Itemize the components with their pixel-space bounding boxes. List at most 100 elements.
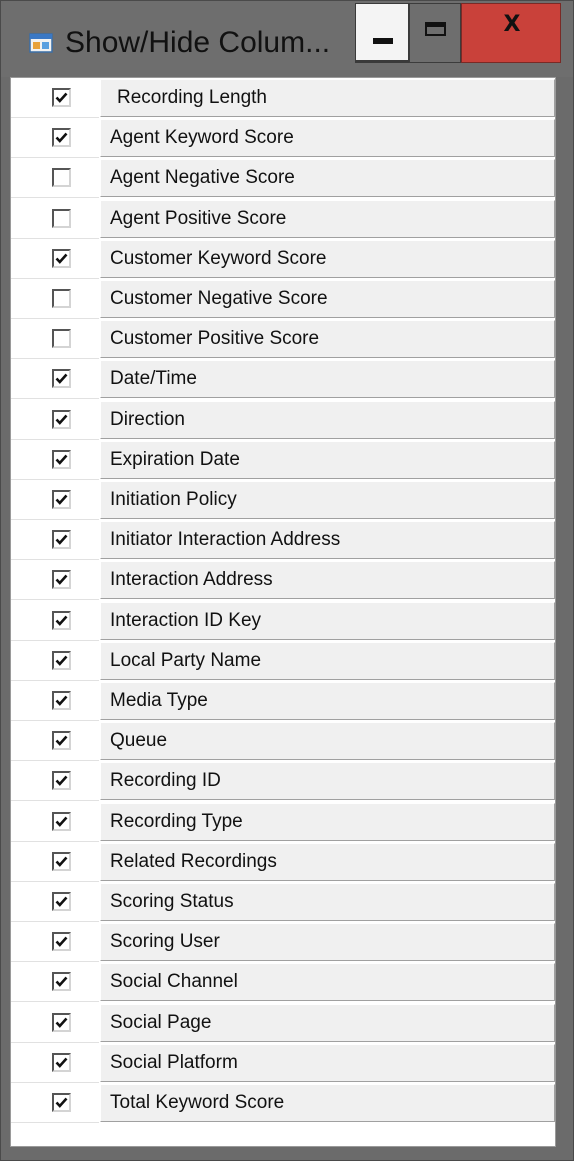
maximize-icon (425, 22, 446, 36)
column-visible-checkbox[interactable] (52, 570, 71, 590)
column-row[interactable]: Agent Positive Score (11, 199, 555, 239)
checkbox-cell[interactable] (11, 560, 99, 601)
column-visible-checkbox[interactable] (52, 1012, 71, 1032)
checkbox-cell[interactable] (11, 802, 99, 842)
checkmark-icon (55, 776, 68, 787)
column-visible-checkbox[interactable] (52, 650, 71, 670)
column-row[interactable]: Social Platform (11, 1043, 555, 1083)
column-row[interactable]: Initiator Interaction Address (11, 520, 555, 561)
column-visible-checkbox[interactable] (52, 369, 71, 389)
checkbox-cell[interactable] (11, 440, 99, 480)
checkbox-cell[interactable] (11, 761, 99, 802)
minimize-icon (373, 38, 393, 44)
column-row[interactable]: Recording Type (11, 802, 555, 842)
checkbox-cell[interactable] (11, 681, 99, 721)
checkmark-icon (55, 534, 68, 546)
column-row[interactable]: Customer Negative Score (11, 279, 555, 319)
checkbox-cell[interactable] (11, 1043, 99, 1083)
checkbox-cell[interactable] (11, 118, 99, 159)
checkmark-icon (55, 414, 68, 425)
column-row[interactable]: Total Keyword Score (11, 1083, 555, 1123)
checkbox-cell[interactable] (11, 400, 99, 440)
column-row[interactable]: Queue (11, 721, 555, 762)
checkbox-cell[interactable] (11, 78, 99, 118)
checkbox-cell[interactable] (11, 319, 99, 360)
checkbox-cell[interactable] (11, 1003, 99, 1043)
column-visible-checkbox[interactable] (52, 691, 71, 710)
checkbox-cell[interactable] (11, 279, 99, 319)
column-visible-checkbox[interactable] (52, 88, 71, 107)
checkbox-cell[interactable] (11, 199, 99, 239)
column-row[interactable]: Customer Positive Score (11, 319, 555, 360)
column-visible-checkbox[interactable] (52, 771, 71, 791)
column-visible-checkbox[interactable] (52, 731, 71, 751)
column-name-label: Agent Keyword Score (100, 119, 555, 158)
maximize-button[interactable] (409, 3, 461, 63)
column-row[interactable]: Recording Length (11, 78, 555, 118)
column-visible-checkbox[interactable] (52, 248, 71, 268)
checkbox-cell[interactable] (11, 239, 99, 279)
checkmark-icon (55, 92, 68, 103)
checkmark-icon (55, 454, 68, 465)
checkbox-cell[interactable] (11, 842, 99, 882)
checkbox-cell[interactable] (11, 520, 99, 561)
column-row[interactable]: Direction (11, 400, 555, 440)
checkbox-cell[interactable] (11, 359, 99, 400)
column-row[interactable]: Scoring Status (11, 882, 555, 922)
column-row[interactable]: Interaction ID Key (11, 601, 555, 641)
column-visible-checkbox[interactable] (52, 932, 71, 952)
column-name-label: Social Page (100, 1003, 555, 1042)
column-row[interactable]: Expiration Date (11, 440, 555, 480)
column-row[interactable]: Social Page (11, 1003, 555, 1043)
column-visible-checkbox[interactable] (52, 530, 71, 550)
checkbox-cell[interactable] (11, 641, 99, 681)
checkbox-cell[interactable] (11, 158, 99, 199)
column-row[interactable]: Social Channel (11, 962, 555, 1003)
column-visible-checkbox[interactable] (52, 851, 71, 871)
column-visible-checkbox[interactable] (52, 1093, 71, 1112)
column-name-label: Agent Negative Score (100, 159, 555, 198)
checkbox-cell[interactable] (11, 721, 99, 762)
checkbox-cell[interactable] (11, 601, 99, 641)
column-visible-checkbox[interactable] (52, 811, 71, 831)
column-visible-checkbox[interactable] (52, 490, 71, 509)
column-visible-checkbox[interactable] (52, 1052, 71, 1072)
minimize-button[interactable] (355, 3, 409, 63)
column-visible-checkbox[interactable] (52, 168, 71, 188)
column-row[interactable]: Interaction Address (11, 560, 555, 601)
column-visible-checkbox[interactable] (52, 449, 71, 469)
column-row[interactable]: Date/Time (11, 359, 555, 400)
checkmark-icon (55, 494, 68, 505)
column-row[interactable]: Agent Keyword Score (11, 118, 555, 159)
close-button[interactable]: X (461, 3, 561, 63)
checkbox-cell[interactable] (11, 922, 99, 963)
column-row[interactable]: Initiation Policy (11, 480, 555, 520)
column-visible-checkbox[interactable] (52, 128, 71, 148)
column-visible-checkbox[interactable] (52, 329, 71, 349)
checkmark-icon (55, 1057, 68, 1068)
checkbox-cell[interactable] (11, 480, 99, 520)
column-name-label: Local Party Name (100, 641, 555, 680)
column-list[interactable]: Recording Length Agent Keyword Score Agent… (10, 77, 556, 1147)
column-visible-checkbox[interactable] (52, 208, 71, 228)
column-visible-checkbox[interactable] (52, 892, 71, 911)
column-name-label: Interaction ID Key (100, 601, 555, 640)
column-visible-checkbox[interactable] (52, 409, 71, 429)
checkbox-cell[interactable] (11, 962, 99, 1003)
column-row[interactable]: Media Type (11, 681, 555, 721)
column-row[interactable]: Scoring User (11, 922, 555, 963)
column-visible-checkbox[interactable] (52, 610, 71, 630)
column-name-label: Initiation Policy (100, 481, 555, 519)
column-name-label: Related Recordings (100, 842, 555, 881)
column-name-label: Queue (100, 722, 555, 761)
column-row[interactable]: Related Recordings (11, 842, 555, 882)
column-visible-checkbox[interactable] (52, 289, 71, 308)
column-row[interactable]: Customer Keyword Score (11, 239, 555, 279)
column-row[interactable]: Local Party Name (11, 641, 555, 681)
column-visible-checkbox[interactable] (52, 972, 71, 992)
title-bar[interactable]: Show/Hide Colum... X (1, 1, 573, 77)
checkbox-cell[interactable] (11, 1083, 99, 1123)
column-row[interactable]: Agent Negative Score (11, 158, 555, 199)
checkbox-cell[interactable] (11, 882, 99, 922)
column-row[interactable]: Recording ID (11, 761, 555, 802)
